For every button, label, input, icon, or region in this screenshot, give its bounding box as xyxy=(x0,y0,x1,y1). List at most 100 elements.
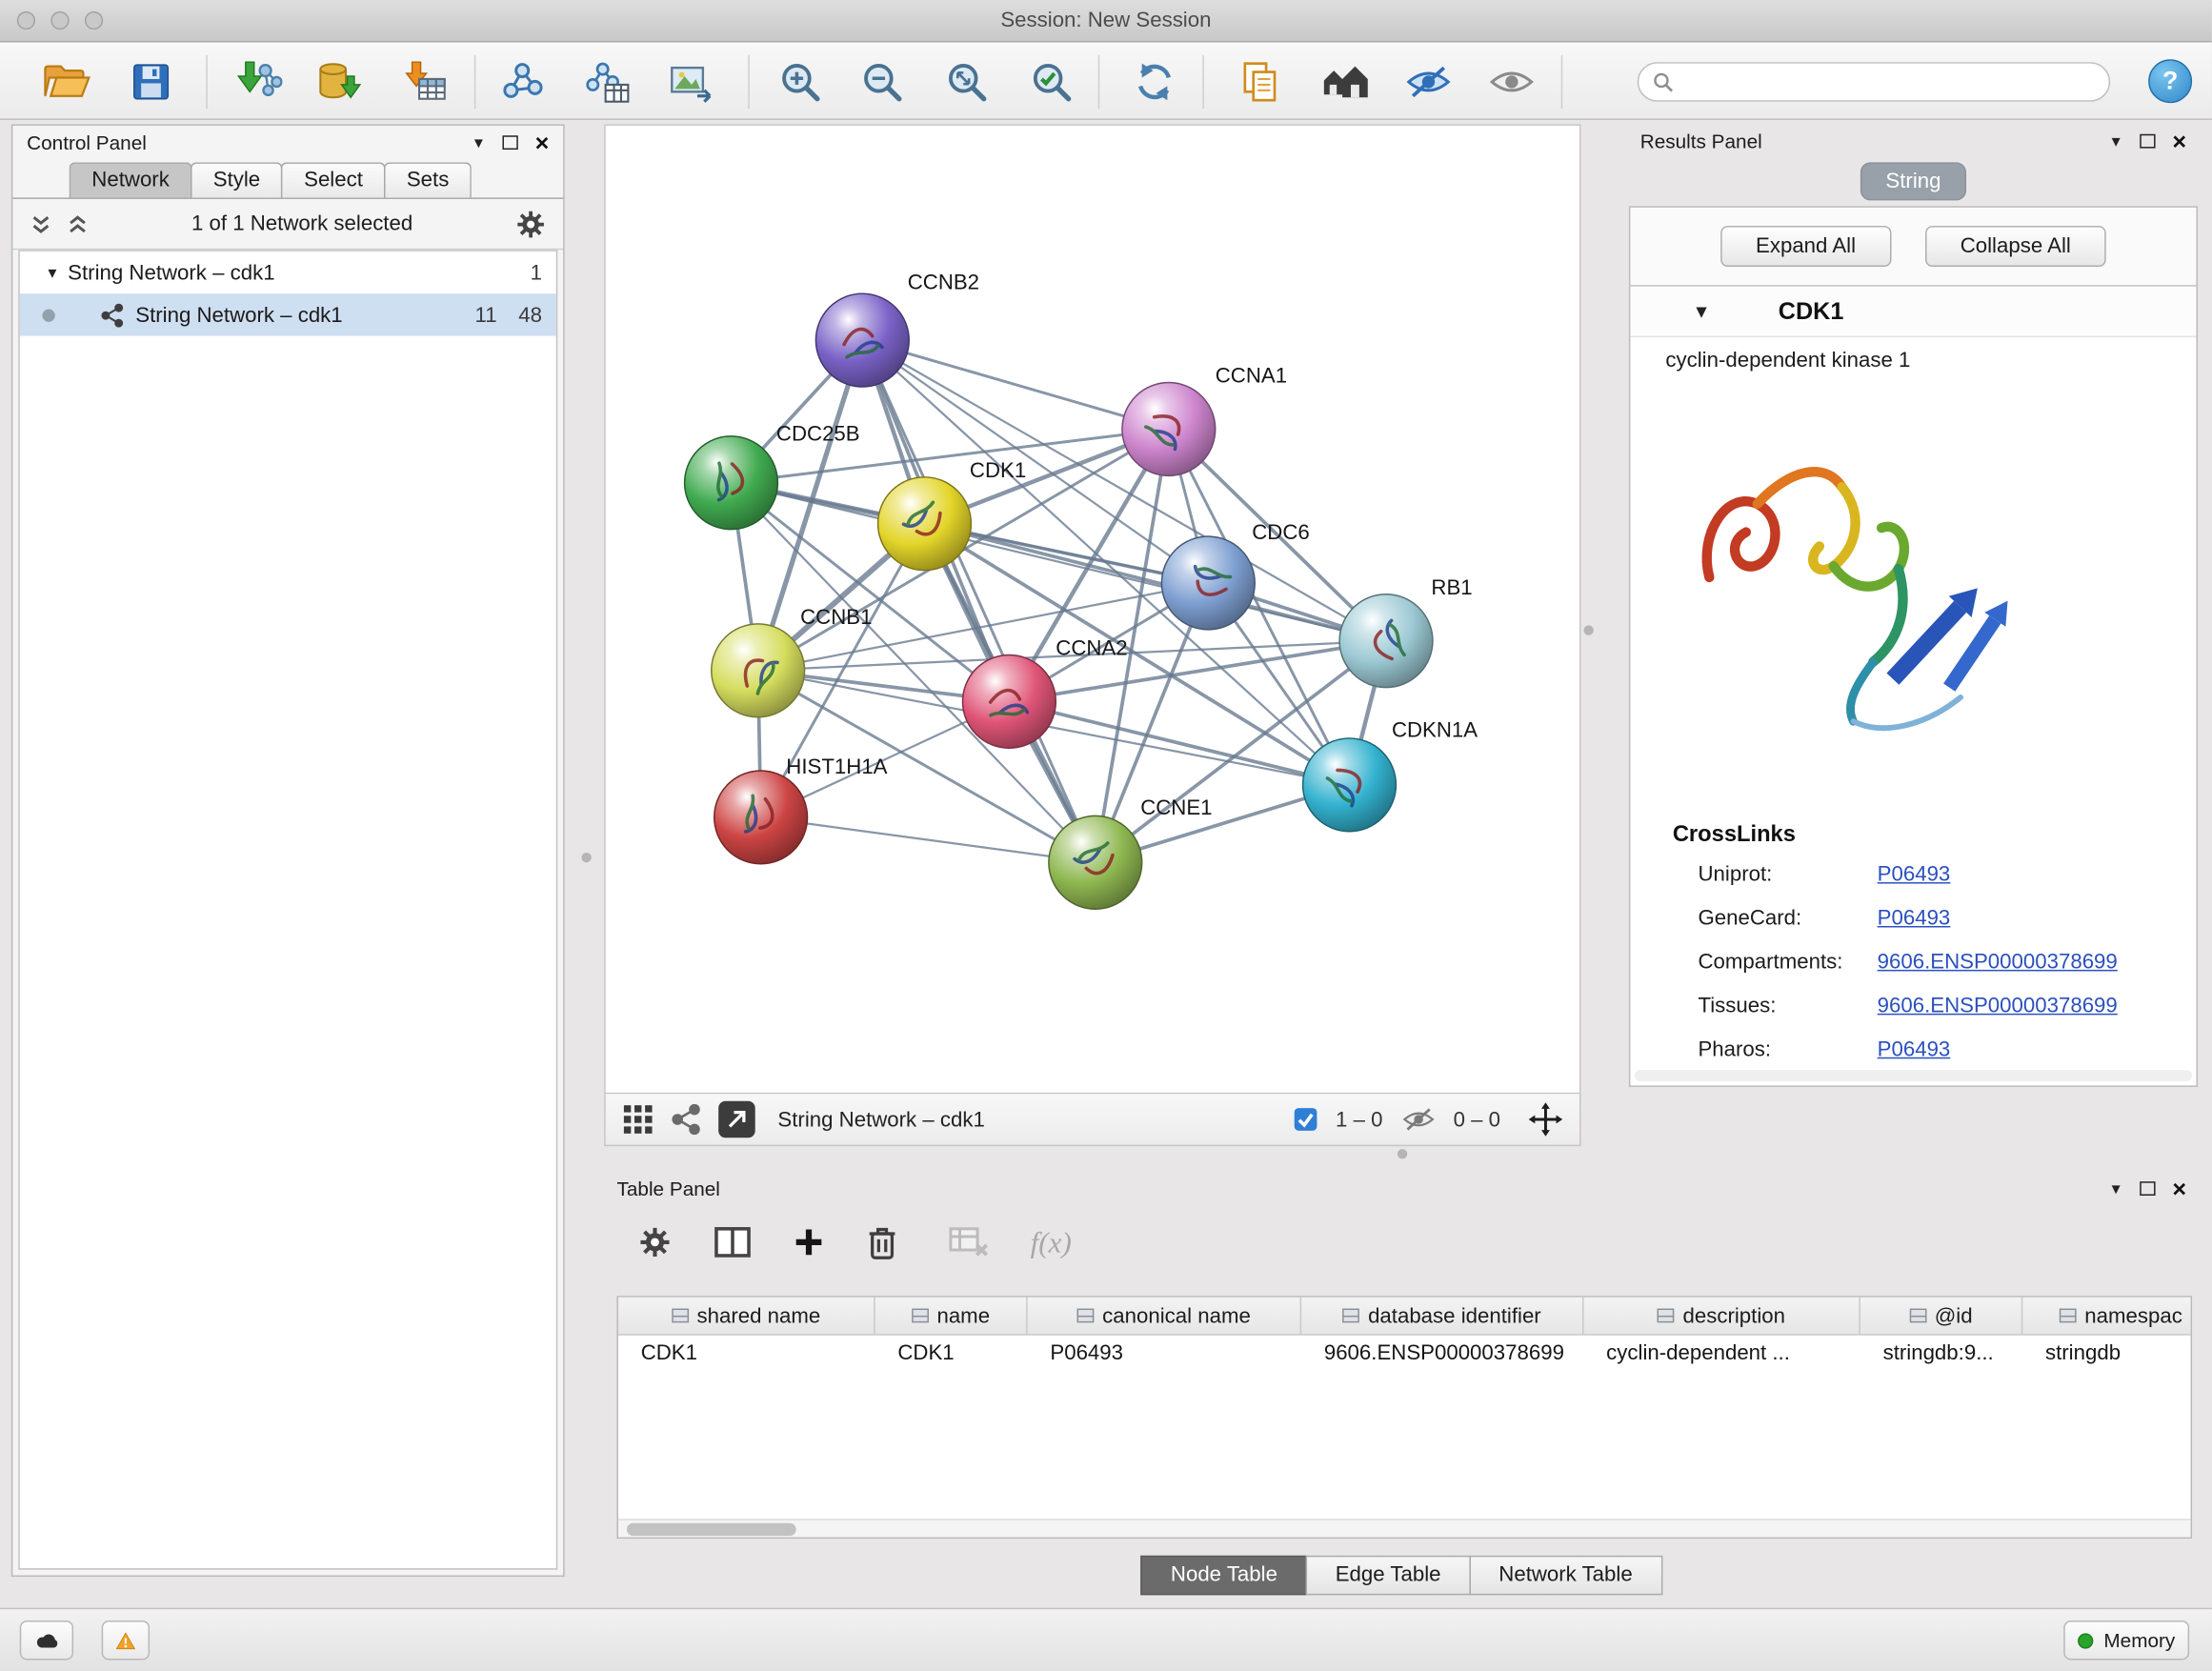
import-table-button[interactable] xyxy=(391,50,455,114)
float-panel-icon[interactable] xyxy=(503,135,518,150)
cell-canonical-name[interactable]: P06493 xyxy=(1028,1336,1301,1374)
cell-shared-name[interactable]: CDK1 xyxy=(618,1336,875,1374)
expand-all-button[interactable]: Expand All xyxy=(1720,226,1891,267)
import-network-database-button[interactable] xyxy=(307,50,372,114)
column-header[interactable]: name xyxy=(875,1298,1028,1335)
crosslink-uniprot-link[interactable]: P06493 xyxy=(1878,862,1951,886)
hide-details-button[interactable] xyxy=(1396,50,1460,114)
zoom-window-button[interactable] xyxy=(85,11,103,30)
network-node-cdkn1a[interactable] xyxy=(1303,738,1397,832)
grid-view-icon[interactable] xyxy=(622,1104,654,1136)
tab-network-table[interactable]: Network Table xyxy=(1469,1556,1662,1595)
zoom-selected-button[interactable] xyxy=(1019,50,1084,114)
panel-menu-icon[interactable]: ▾ xyxy=(2112,1178,2121,1198)
cell-database-identifier[interactable]: 9606.ENSP00000378699 xyxy=(1301,1336,1583,1374)
cell-description[interactable]: cyclin-dependent ... xyxy=(1583,1336,1860,1374)
close-panel-icon[interactable]: × xyxy=(2172,1177,2186,1200)
table-row[interactable]: CDK1 CDK1 P06493 9606.ENSP00000378699 cy… xyxy=(618,1336,2191,1374)
network-view[interactable]: CCNB2CCNA1CDC25BCDK1CDC6RB1CCNB1CCNA2CDK… xyxy=(604,124,1580,1094)
right-splitter-handle[interactable] xyxy=(1583,625,1593,634)
collapse-all-icon[interactable] xyxy=(30,213,52,233)
column-header[interactable]: @id xyxy=(1860,1298,2022,1335)
minimize-window-button[interactable] xyxy=(50,11,69,30)
network-edge[interactable] xyxy=(862,340,1095,862)
collapse-caret-icon[interactable]: ▼ xyxy=(1693,301,1711,322)
selected-checkbox-icon[interactable] xyxy=(1294,1107,1319,1133)
delete-column-icon[interactable] xyxy=(867,1224,898,1261)
cell-namespace[interactable]: stringdb xyxy=(2022,1336,2192,1374)
network-node-cdk1[interactable] xyxy=(878,477,972,571)
collapse-caret-icon[interactable]: ▾ xyxy=(48,263,56,283)
tab-style[interactable]: Style xyxy=(191,162,283,197)
search-box[interactable] xyxy=(1638,62,2110,101)
birdseye-view-button[interactable] xyxy=(718,1101,755,1138)
network-edge[interactable] xyxy=(925,524,1387,641)
column-header[interactable]: canonical name xyxy=(1028,1298,1301,1335)
tab-edge-table[interactable]: Edge Table xyxy=(1306,1556,1471,1595)
zoom-out-button[interactable] xyxy=(850,50,915,114)
search-input[interactable] xyxy=(1682,70,2095,93)
cloud-status-button[interactable] xyxy=(20,1621,73,1660)
network-node-cdc6[interactable] xyxy=(1161,536,1255,630)
float-panel-icon[interactable] xyxy=(2140,1181,2155,1196)
title-bar[interactable]: Session: New Session xyxy=(0,0,2212,42)
network-canvas[interactable]: CCNB2CCNA1CDC25BCDK1CDC6RB1CCNB1CCNA2CDK… xyxy=(606,126,1579,1093)
cell-id[interactable]: stringdb:9... xyxy=(1860,1336,2022,1374)
crosslink-pharos-link[interactable]: P06493 xyxy=(1878,1037,1951,1061)
copy-document-button[interactable] xyxy=(1228,50,1293,114)
show-details-button[interactable] xyxy=(1479,50,1544,114)
close-panel-icon[interactable]: × xyxy=(535,131,550,154)
panel-menu-icon[interactable]: ▾ xyxy=(474,132,483,152)
network-edge[interactable] xyxy=(862,340,1169,429)
warnings-button[interactable] xyxy=(102,1621,150,1660)
share-view-icon[interactable] xyxy=(671,1104,702,1136)
column-header[interactable]: database identifier xyxy=(1301,1298,1583,1335)
expand-all-icon[interactable] xyxy=(67,213,90,233)
add-column-icon[interactable] xyxy=(794,1227,825,1258)
close-window-button[interactable] xyxy=(17,11,35,30)
float-panel-icon[interactable] xyxy=(2140,134,2155,149)
network-node-ccnb2[interactable] xyxy=(815,293,909,387)
home-button[interactable] xyxy=(1313,50,1377,114)
tab-string[interactable]: String xyxy=(1860,162,1966,200)
network-node-ccna2[interactable] xyxy=(963,655,1056,749)
crosslink-compartments-link[interactable]: 9606.ENSP00000378699 xyxy=(1878,950,2118,974)
save-session-button[interactable] xyxy=(118,50,183,114)
pan-crosshair-icon[interactable] xyxy=(1529,1102,1563,1137)
zoom-in-button[interactable] xyxy=(768,50,833,114)
refresh-layout-button[interactable] xyxy=(1122,50,1187,114)
gear-icon[interactable] xyxy=(515,209,547,240)
cell-name[interactable]: CDK1 xyxy=(875,1336,1028,1374)
tab-sets[interactable]: Sets xyxy=(384,162,472,197)
network-node-ccna1[interactable] xyxy=(1122,383,1216,476)
open-session-button[interactable] xyxy=(34,50,99,114)
horizontal-scrollbar[interactable] xyxy=(1635,1070,2192,1081)
network-node-hist1h1a[interactable] xyxy=(714,771,808,864)
network-node-cdc25b[interactable] xyxy=(685,436,778,530)
table-gear-icon[interactable] xyxy=(638,1225,673,1259)
horizontal-scrollbar[interactable] xyxy=(618,1519,2191,1537)
crosslink-tissues-link[interactable]: 9606.ENSP00000378699 xyxy=(1878,994,2118,1017)
column-header[interactable]: shared name xyxy=(618,1298,875,1335)
bottom-splitter-handle[interactable] xyxy=(1398,1149,1407,1158)
network-collection-row[interactable]: ▾ String Network – cdk1 1 xyxy=(20,252,556,293)
hidden-eye-icon[interactable] xyxy=(1399,1105,1437,1134)
network-edge[interactable] xyxy=(761,817,1096,862)
zoom-fit-button[interactable] xyxy=(935,50,999,114)
clone-network-button[interactable] xyxy=(574,50,639,114)
close-panel-icon[interactable]: × xyxy=(2172,130,2186,153)
network-node-rb1[interactable] xyxy=(1339,594,1433,688)
column-header[interactable]: namespac xyxy=(2022,1298,2192,1335)
column-header[interactable]: description xyxy=(1583,1298,1860,1335)
new-network-button[interactable] xyxy=(490,50,554,114)
collapse-all-button[interactable]: Collapse All xyxy=(1925,226,2106,267)
import-network-file-button[interactable] xyxy=(226,50,291,114)
memory-button[interactable]: Memory xyxy=(2064,1621,2189,1660)
help-button[interactable]: ? xyxy=(2148,59,2192,103)
crosslink-genecard-link[interactable]: P06493 xyxy=(1878,906,1951,930)
protein-entry-header[interactable]: ▼ CDK1 xyxy=(1630,287,2196,337)
tab-select[interactable]: Select xyxy=(281,162,385,197)
scrollbar-thumb[interactable] xyxy=(627,1523,796,1536)
network-node-ccnb1[interactable] xyxy=(712,624,805,717)
panel-menu-icon[interactable]: ▾ xyxy=(2112,131,2121,151)
